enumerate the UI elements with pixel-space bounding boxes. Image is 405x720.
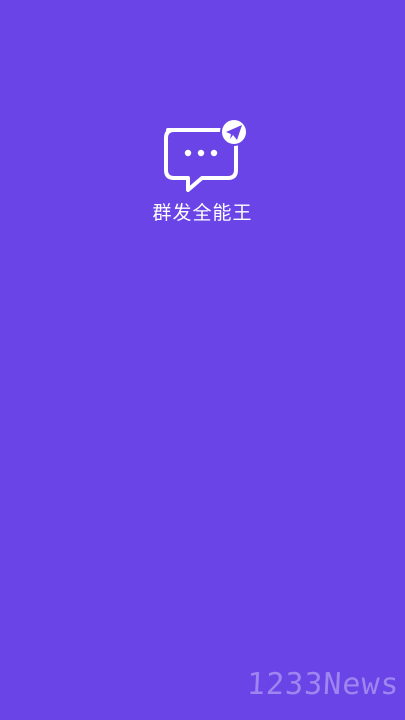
splash-screen: 群发全能王 1233News bbox=[0, 0, 405, 720]
message-send-icon bbox=[160, 118, 256, 200]
watermark-text: 1233News bbox=[245, 667, 400, 702]
app-title: 群发全能王 bbox=[152, 202, 253, 224]
